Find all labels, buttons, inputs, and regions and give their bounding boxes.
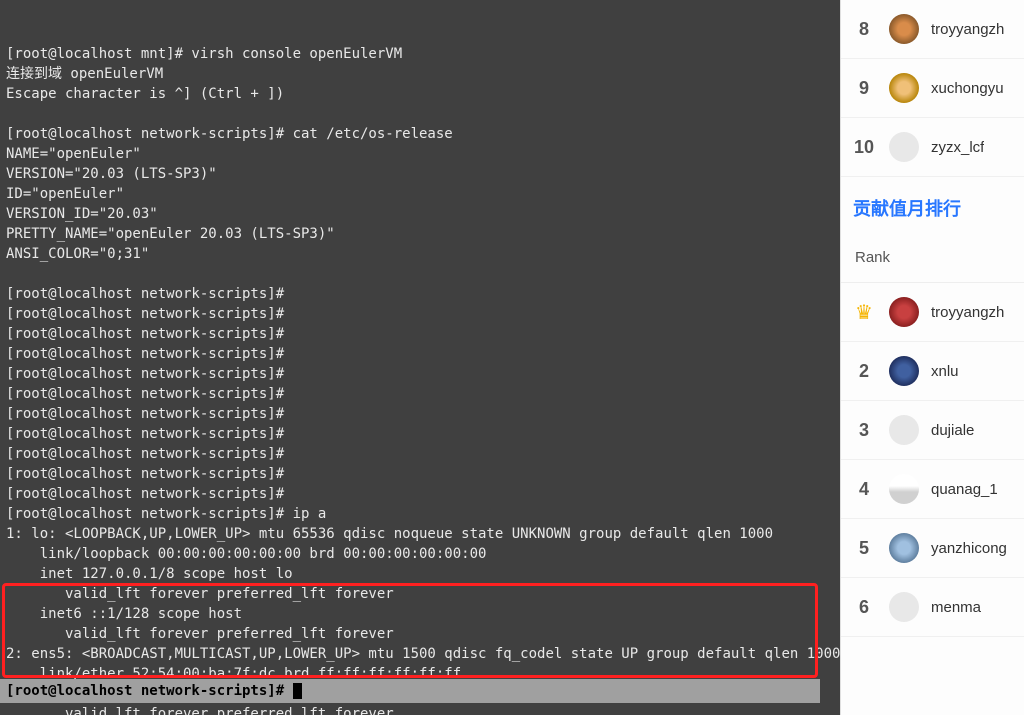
rank-number: 4 xyxy=(851,479,877,500)
rank-username: zyzx_lcf xyxy=(931,139,984,156)
rank-item[interactable]: 6 menma xyxy=(841,578,1024,637)
rank-username: quanag_1 xyxy=(931,481,998,498)
crown-icon: ♛ xyxy=(851,300,877,325)
avatar xyxy=(889,132,919,162)
rank-item[interactable]: 8 troyyangzh xyxy=(841,0,1024,59)
prompt-text: [root@localhost network-scripts]# xyxy=(6,683,293,699)
terminal-text: [root@localhost mnt]# virsh console open… xyxy=(6,44,834,715)
avatar xyxy=(889,14,919,44)
rank-item[interactable]: 2 xnlu xyxy=(841,342,1024,401)
avatar xyxy=(889,533,919,563)
section-title-monthly: 贡献值月排行 xyxy=(841,177,1024,233)
rank-number: 5 xyxy=(851,538,877,559)
terminal-prompt-bar[interactable]: [root@localhost network-scripts]# xyxy=(0,679,820,703)
rank-item[interactable]: 3 dujiale xyxy=(841,401,1024,460)
avatar xyxy=(889,356,919,386)
rank-number: 8 xyxy=(851,19,877,40)
rank-item[interactable]: ♛ troyyangzh xyxy=(841,283,1024,342)
avatar xyxy=(889,474,919,504)
rank-number: 3 xyxy=(851,420,877,441)
avatar xyxy=(889,592,919,622)
cursor xyxy=(293,683,302,699)
avatar xyxy=(889,73,919,103)
rank-number: 6 xyxy=(851,597,877,618)
rank-item[interactable]: 9 xuchongyu xyxy=(841,59,1024,118)
rank-username: yanzhicong xyxy=(931,540,1007,557)
rank-username: troyyangzh xyxy=(931,21,1004,38)
rank-username: troyyangzh xyxy=(931,304,1004,321)
rank-number: 9 xyxy=(851,78,877,99)
rank-header: Rank xyxy=(841,233,1024,283)
avatar xyxy=(889,297,919,327)
rank-username: xuchongyu xyxy=(931,80,1004,97)
rank-item[interactable]: 4 quanag_1 xyxy=(841,460,1024,519)
rank-item[interactable]: 5 yanzhicong xyxy=(841,519,1024,578)
rank-username: dujiale xyxy=(931,422,974,439)
rank-number: 10 xyxy=(851,137,877,158)
sidebar-ranking: 8 troyyangzh 9 xuchongyu 10 zyzx_lcf 贡献值月排行 R… xyxy=(840,0,1024,715)
rank-username: menma xyxy=(931,599,981,616)
rank-item[interactable]: 10 zyzx_lcf xyxy=(841,118,1024,177)
rank-username: xnlu xyxy=(931,363,959,380)
rank-number: 2 xyxy=(851,361,877,382)
terminal-output[interactable]: [root@localhost mnt]# virsh console open… xyxy=(0,0,840,715)
avatar xyxy=(889,415,919,445)
